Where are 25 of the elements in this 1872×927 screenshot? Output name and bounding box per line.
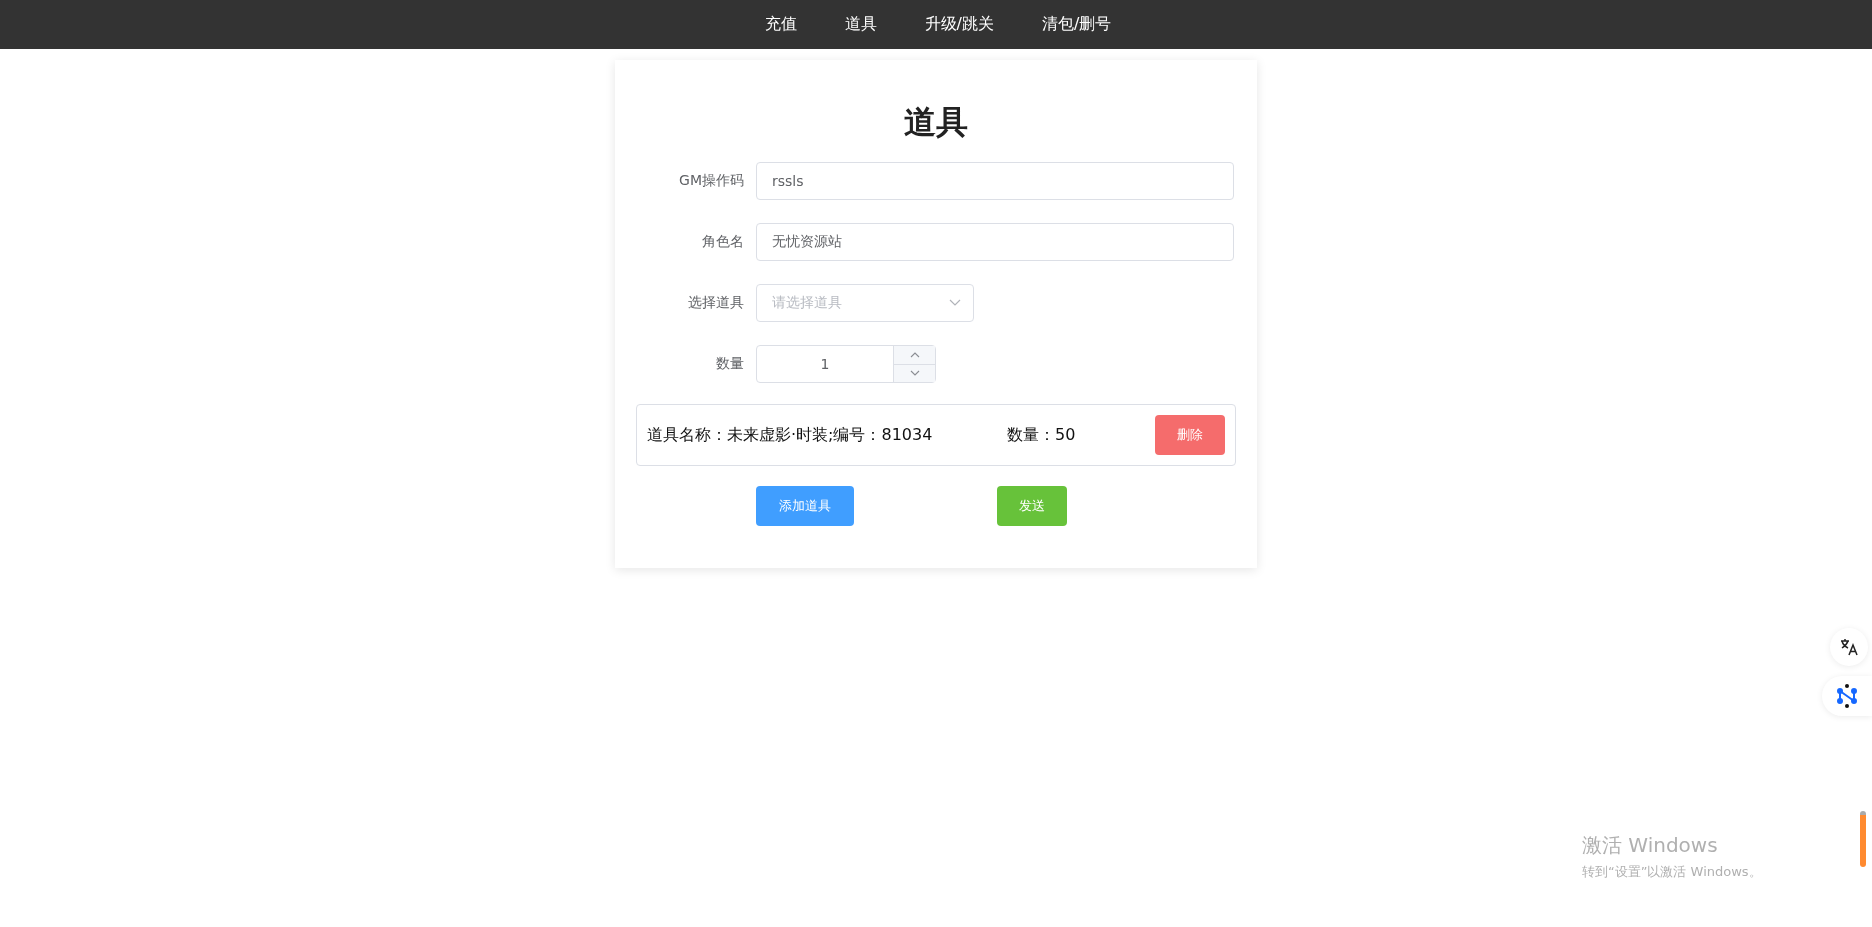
chevron-up-icon bbox=[909, 351, 920, 358]
nav-link[interactable]: 清包/删号 bbox=[1038, 14, 1116, 35]
item-quantity-text: 数量：50 bbox=[1007, 424, 1077, 446]
increase-button[interactable] bbox=[894, 346, 935, 364]
field-label: GM操作码 bbox=[678, 172, 745, 190]
field-label: 数量 bbox=[715, 355, 745, 373]
item-name-text: 道具名称：未来虚影·时装;编号：81034 bbox=[647, 424, 934, 446]
translate-icon bbox=[1840, 638, 1858, 656]
field-label: 角色名 bbox=[701, 233, 745, 251]
chevron-down-icon bbox=[949, 299, 961, 307]
chevron-down-icon bbox=[909, 370, 920, 377]
nav-link[interactable]: 充值 bbox=[760, 14, 801, 35]
nav-link[interactable]: 升级/跳关 bbox=[920, 14, 998, 35]
form-title: 道具 bbox=[903, 102, 969, 143]
nav-link[interactable]: 道具 bbox=[840, 14, 881, 35]
node-graph-icon bbox=[1837, 684, 1857, 708]
translate-button[interactable] bbox=[1830, 628, 1868, 666]
text-field[interactable]: 无忧资源站 bbox=[756, 223, 1234, 261]
field-label: 选择道具 bbox=[687, 294, 745, 312]
graph-tool-button[interactable] bbox=[1822, 676, 1872, 716]
activation-notice-text: 转到“设置”以激活 Windows。 bbox=[1582, 863, 1762, 881]
text-field[interactable]: rssls bbox=[756, 162, 1234, 200]
number-field[interactable]: 1 bbox=[756, 345, 936, 383]
activation-notice-title: 激活 Windows bbox=[1582, 832, 1719, 859]
side-handle[interactable] bbox=[1860, 811, 1866, 867]
